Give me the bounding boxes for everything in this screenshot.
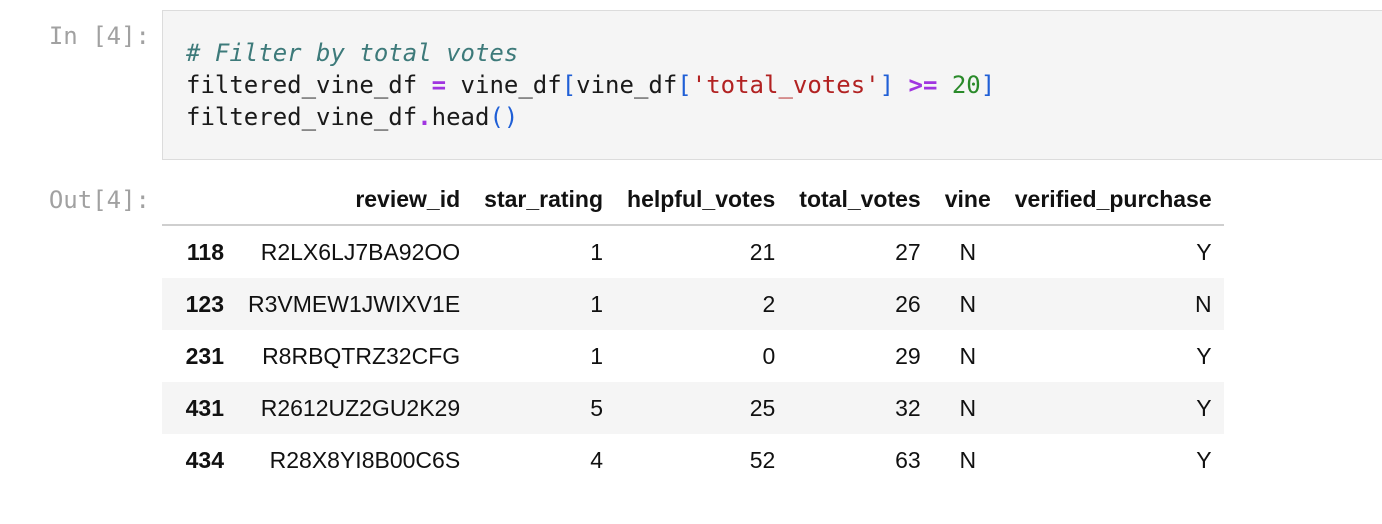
column-header-star-rating: star_rating	[472, 174, 616, 226]
cell-review-id: R28X8YI8B00C6S	[269, 446, 461, 473]
code-close-bracket: ]	[980, 71, 996, 99]
table-row: 118 R2LX6LJ7BA92OO 1 21 27 N Y	[162, 225, 1224, 278]
row-index: 231	[185, 342, 224, 369]
table-row: 123 R3VMEW1JWIXV1E 1 2 26 N N	[162, 278, 1224, 330]
cell-helpful-votes: 25	[749, 394, 776, 421]
cell-total-votes: 63	[895, 446, 921, 473]
table-row: 431 R2612UZ2GU2K29 5 25 32 N Y	[162, 382, 1224, 434]
code-var: filtered_vine_df	[186, 71, 432, 99]
column-header-total-votes: total_votes	[787, 174, 933, 226]
cell-verified-purchase: Y	[1196, 394, 1212, 421]
cell-review-id: R8RBQTRZ32CFG	[262, 342, 461, 369]
column-header-review-id: review_id	[236, 174, 473, 226]
column-header-index	[162, 174, 236, 226]
cell-total-votes: 29	[895, 342, 921, 369]
cell-vine: N	[959, 342, 977, 369]
column-header-verified-purchase: verified_purchase	[1002, 174, 1224, 226]
cell-total-votes: 26	[895, 290, 921, 317]
cell-verified-purchase: Y	[1196, 238, 1212, 265]
cell-star-rating: 4	[590, 446, 604, 473]
output-prompt: Out[4]:	[48, 186, 150, 214]
code-number: 20	[951, 71, 981, 99]
row-index: 118	[186, 238, 224, 265]
cell-review-id: R2LX6LJ7BA92OO	[260, 238, 461, 265]
input-prompt: In [4]:	[48, 22, 150, 50]
code-cell-editor[interactable]: # Filter by total votes filtered_vine_df…	[162, 10, 1382, 160]
code-close-bracket-2: ]	[879, 71, 895, 99]
cell-star-rating: 5	[590, 394, 604, 421]
cell-star-rating: 1	[590, 342, 604, 369]
code-assign-op: =	[431, 71, 447, 99]
code-parens: ()	[489, 103, 519, 131]
cell-total-votes: 32	[895, 394, 921, 421]
code-dot: .	[417, 103, 432, 131]
code-var: filtered_vine_df	[186, 103, 418, 131]
dataframe-table: review_id star_rating helpful_votes tota…	[162, 174, 1224, 486]
cell-vine: N	[959, 446, 977, 473]
row-index: 123	[185, 290, 224, 317]
table-header-row: review_id star_rating helpful_votes tota…	[162, 174, 1224, 226]
column-header-vine: vine	[932, 174, 1003, 226]
code-rhs-name: vine_df	[446, 71, 562, 99]
column-header-helpful-votes: helpful_votes	[615, 174, 788, 226]
cell-helpful-votes: 21	[749, 238, 776, 265]
cell-review-id: R2612UZ2GU2K29	[260, 394, 461, 421]
code-comment: # Filter by total votes	[186, 39, 519, 67]
cell-helpful-votes: 0	[762, 342, 776, 369]
cell-helpful-votes: 52	[749, 446, 776, 473]
code-open-bracket: [	[561, 71, 577, 99]
cell-review-id: R3VMEW1JWIXV1E	[248, 290, 461, 317]
cell-verified-purchase: N	[1195, 290, 1212, 317]
cell-vine: N	[959, 238, 977, 265]
code-text: # Filter by total votes filtered_vine_df…	[186, 37, 995, 133]
cell-vine: N	[959, 394, 977, 421]
code-open-bracket-2: [	[677, 71, 692, 99]
cell-vine: N	[959, 290, 977, 317]
cell-verified-purchase: Y	[1196, 446, 1212, 473]
code-method: head	[431, 103, 490, 131]
code-compare-op: >=	[908, 71, 938, 99]
code-string-key: 'total_votes'	[691, 71, 880, 99]
cell-star-rating: 1	[590, 290, 604, 317]
cell-total-votes: 27	[895, 238, 921, 265]
row-index: 431	[185, 394, 224, 421]
code-inner-name: vine_df	[576, 71, 678, 99]
cell-helpful-votes: 2	[762, 290, 776, 317]
table-row: 434 R28X8YI8B00C6S 4 52 63 N Y	[162, 434, 1224, 486]
table-row: 231 R8RBQTRZ32CFG 1 0 29 N Y	[162, 330, 1224, 382]
row-index: 434	[185, 446, 224, 473]
cell-verified-purchase: Y	[1196, 342, 1212, 369]
cell-star-rating: 1	[590, 238, 604, 265]
